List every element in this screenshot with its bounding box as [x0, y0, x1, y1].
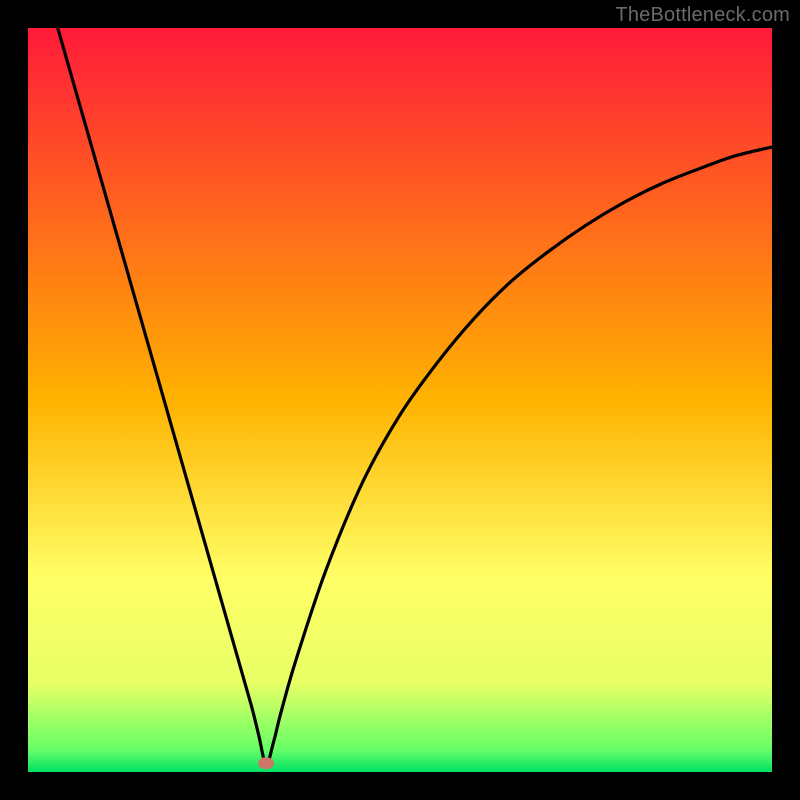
watermark-text: TheBottleneck.com [615, 4, 790, 27]
optimal-marker [258, 757, 274, 769]
chart-frame [28, 28, 772, 772]
chart-background [28, 28, 772, 772]
bottleneck-chart [28, 28, 772, 772]
